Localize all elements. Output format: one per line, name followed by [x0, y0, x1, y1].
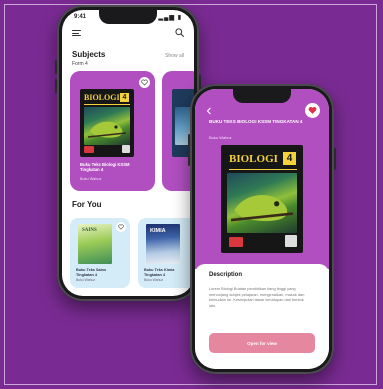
- book-title: Buku Teks Biologi KSSM Tingkatan 4: [80, 162, 130, 172]
- top-bar: [72, 28, 184, 40]
- open-for-view-button[interactable]: Open for view: [209, 333, 315, 353]
- qr-code: [122, 145, 130, 153]
- heart-outline-icon[interactable]: [116, 222, 126, 232]
- chameleon-image: [88, 121, 126, 139]
- book-subtitle: Buku Wahuz: [80, 177, 102, 181]
- book-subtitle: Buku Wahuz: [144, 278, 164, 282]
- for-you-card[interactable]: SAINS Buku Teks Sains Tingkatan 4 Buku W…: [70, 218, 130, 288]
- status-signal: ▂▄▆ ▮: [158, 15, 182, 21]
- description-panel: Description Lorem Biologi Buatan pendidi…: [195, 264, 329, 369]
- cover-stripe: [229, 169, 297, 170]
- cover-title: BIOLOGI: [84, 93, 120, 102]
- volume-button: [55, 79, 57, 93]
- book-subtitle: Buku Wahuz: [76, 278, 96, 282]
- publisher-logo: [84, 146, 94, 153]
- chevron-left-icon[interactable]: [205, 107, 213, 115]
- phone-home: 9:41 ▂▄▆ ▮ Subjects Show all Form 4 BIOL…: [55, 5, 201, 301]
- subjects-title: Subjects: [72, 50, 106, 59]
- book-title: Buku Teks Kimia Tingkatan 4: [144, 268, 175, 277]
- for-you-card[interactable]: KIMIA Buku Teks Kimia Tingkatan 4 Buku W…: [138, 218, 194, 288]
- volume-button: [188, 152, 190, 166]
- chameleon-image: [231, 194, 293, 223]
- featured-book-card[interactable]: BIOLOGI 4 Buku Teks Biologi KSSM Tingkat…: [70, 71, 155, 191]
- detail-title: BUKU TEKS BIOLOGI KSSM TINGKATAN 4: [209, 119, 303, 124]
- cover-title: SAINS: [82, 228, 97, 233]
- description-body: Lorem Biologi Buatan pendidikan tiang ti…: [209, 286, 305, 308]
- qr-code: [285, 235, 297, 247]
- notch: [233, 89, 291, 103]
- show-all-link[interactable]: Show all: [165, 53, 184, 59]
- home-screen: 9:41 ▂▄▆ ▮ Subjects Show all Form 4 BIOL…: [62, 10, 194, 296]
- heart-outline-icon[interactable]: [139, 77, 150, 88]
- book-cover: SAINS: [78, 224, 112, 264]
- heart-filled-icon[interactable]: [305, 103, 320, 118]
- search-icon[interactable]: [175, 28, 184, 37]
- publisher-logo: [229, 237, 243, 247]
- cover-number: 4: [120, 93, 129, 102]
- volume-button: [188, 134, 190, 148]
- cover-title: BIOLOGI: [229, 153, 278, 165]
- power-button: [334, 148, 336, 170]
- book-cover: KIMIA: [146, 224, 180, 264]
- volume-button: [55, 60, 57, 74]
- cover-stripe: [84, 104, 130, 105]
- status-time: 9:41: [74, 14, 87, 20]
- description-heading: Description: [209, 272, 243, 278]
- detail-subtitle: Buku Wahuz: [209, 135, 232, 140]
- form-label: Form 4: [72, 61, 88, 67]
- menu-icon[interactable]: [72, 30, 81, 37]
- detail-book-cover: BIOLOGI 4: [221, 145, 303, 253]
- for-you-title: For You: [72, 200, 102, 209]
- notch: [99, 10, 157, 24]
- detail-screen: BUKU TEKS BIOLOGI KSSM TINGKATAN 4 Buku …: [195, 89, 329, 369]
- book-title: Buku Teks Sains Tingkatan 4: [76, 268, 107, 277]
- book-cover: BIOLOGI 4: [80, 89, 134, 157]
- cover-title: KIMIA: [150, 228, 166, 234]
- detail-header: BUKU TEKS BIOLOGI KSSM TINGKATAN 4 Buku …: [195, 89, 329, 269]
- phone-detail: BUKU TEKS BIOLOGI KSSM TINGKATAN 4 Buku …: [188, 84, 336, 374]
- cover-number: 4: [283, 152, 296, 165]
